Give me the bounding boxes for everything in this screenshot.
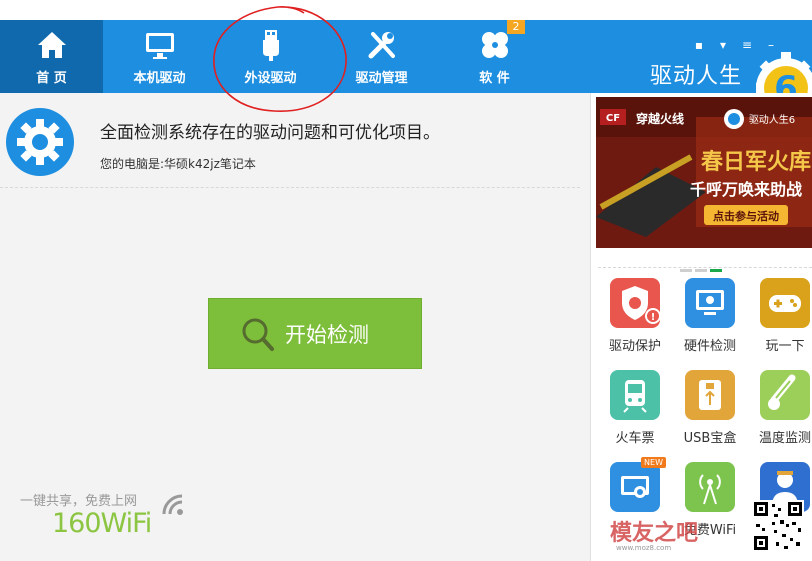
skin-icon[interactable]: ▾ xyxy=(716,38,730,52)
scan-description: 全面检测系统存在的驱动问题和可优化项目。 xyxy=(100,123,440,143)
home-icon xyxy=(37,32,66,58)
magnifier-icon xyxy=(242,318,274,351)
main-nav: 首 页 本机驱动 外设驱动 驱动管理 软 件 2 ▪ ▾ ≡ – 驱动人生 6 xyxy=(0,20,812,114)
tab-software[interactable]: 软 件 2 xyxy=(443,20,546,93)
tab-home-label: 首 页 xyxy=(36,71,67,86)
watermark: 模友之吧 xyxy=(610,521,699,546)
banner-game-title: 穿越火线 xyxy=(636,111,684,126)
brand-name: 驱动人生 xyxy=(649,64,742,89)
wifi-icon xyxy=(685,462,735,512)
screen-icon: NEW xyxy=(610,457,666,512)
monitor-icon xyxy=(145,33,174,59)
tool-train-ticket[interactable]: 火车票 xyxy=(597,370,673,446)
annotation-circle xyxy=(213,6,347,112)
side-divider-dashed xyxy=(598,267,812,268)
tab-software-label: 软 件 xyxy=(479,71,510,86)
gear-icon xyxy=(6,108,74,176)
pager-dot[interactable] xyxy=(695,269,707,272)
tool-hardware-check[interactable]: 硬件检测 xyxy=(672,278,748,354)
start-scan-button[interactable]: 开始检测 xyxy=(208,298,422,369)
banner-brand: 驱动人生6 xyxy=(749,113,795,126)
feedback-icon[interactable]: ▪ xyxy=(692,38,706,52)
gamepad-icon xyxy=(760,278,810,328)
usb-icon xyxy=(685,370,735,420)
tool-play-game[interactable]: 玩一下 xyxy=(747,278,812,354)
computer-model: 您的电脑是:华硕k42jz笔记本 xyxy=(100,157,256,171)
tool-label: 火车票 xyxy=(615,431,655,446)
tool-temperature-monitor[interactable]: 温度监测 xyxy=(747,370,812,446)
svg-text:!: ! xyxy=(651,312,656,323)
qr-code xyxy=(752,500,804,552)
banner-art: CF 穿越火线 驱动人生6 春日军火库 千呼万唤来助战 点击参与活动 xyxy=(596,97,812,248)
divider xyxy=(0,187,580,188)
wifi-signal-icon xyxy=(162,494,183,515)
title-bar xyxy=(0,0,812,20)
promo-banner[interactable]: CF 穿越火线 驱动人生6 春日军火库 千呼万唤来助战 点击参与活动 xyxy=(596,97,812,248)
wifi-logo-text[interactable]: 160WiFi xyxy=(52,508,152,539)
new-badge: NEW xyxy=(641,457,666,468)
thermometer-icon xyxy=(760,370,810,420)
tools-icon xyxy=(368,32,395,59)
tool-label: 玩一下 xyxy=(765,339,805,354)
pager-dot-active[interactable] xyxy=(710,269,722,272)
tab-local-drivers[interactable]: 本机驱动 xyxy=(108,20,211,93)
tool-driver-protect[interactable]: ! 驱动保护 xyxy=(597,278,673,354)
tool-label: 硬件检测 xyxy=(683,339,736,354)
shield-icon: ! xyxy=(610,278,661,328)
banner-cta: 点击参与活动 xyxy=(713,209,779,223)
tool-label: 驱动保护 xyxy=(608,339,661,354)
svg-text:CF: CF xyxy=(606,113,620,124)
banner-subline: 千呼万唤来助战 xyxy=(690,180,802,199)
watermark-url: www.moz8.com xyxy=(616,544,672,552)
tool-label: USB宝盒 xyxy=(683,431,737,446)
monitor-icon xyxy=(685,278,735,328)
wifi-slogan: 一键共享，免费上网 xyxy=(20,494,138,509)
tool-usb-box[interactable]: USB宝盒 xyxy=(672,370,748,446)
train-icon xyxy=(610,370,660,420)
tab-local-drivers-label: 本机驱动 xyxy=(133,71,186,86)
banner-headline: 春日军火库 xyxy=(701,150,811,175)
tool-label: 温度监测 xyxy=(758,431,811,446)
software-update-badge: 2 xyxy=(507,20,525,34)
tab-home[interactable]: 首 页 xyxy=(0,20,103,93)
start-scan-label: 开始检测 xyxy=(285,323,369,347)
pager-dot[interactable] xyxy=(680,269,692,272)
tool-screen[interactable]: NEW xyxy=(597,457,673,519)
